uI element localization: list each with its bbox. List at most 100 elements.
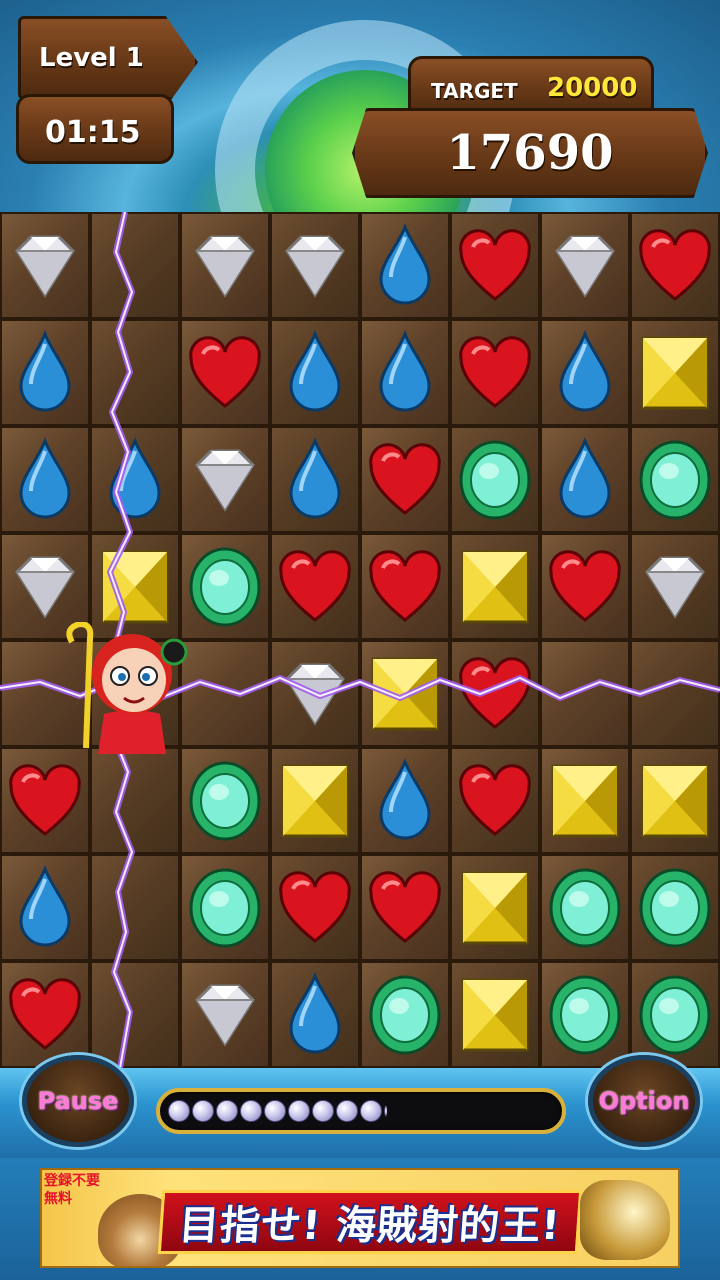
board-cell[interactable] — [540, 533, 630, 640]
square-gem-icon — [277, 758, 353, 844]
ring-gem-icon — [457, 437, 533, 523]
progress-gem-icon — [168, 1100, 190, 1122]
board-cell[interactable] — [180, 426, 270, 533]
board-cell[interactable] — [0, 854, 90, 961]
board-cell[interactable] — [270, 854, 360, 961]
board-cell[interactable] — [270, 640, 360, 747]
board-cell[interactable] — [180, 319, 270, 426]
diamond-gem-icon — [637, 544, 713, 630]
board-cell[interactable] — [630, 212, 720, 319]
target-value: 20000 — [547, 73, 638, 103]
board-cell[interactable] — [630, 854, 720, 961]
ring-gem-icon — [187, 544, 263, 630]
board-cell[interactable] — [540, 319, 630, 426]
heart-gem-icon — [277, 544, 353, 630]
board-cell[interactable] — [540, 747, 630, 854]
board-cell[interactable] — [630, 640, 720, 747]
progress-gem-icon — [336, 1100, 358, 1122]
board-cell[interactable] — [630, 533, 720, 640]
board-cell[interactable] — [450, 640, 540, 747]
board-cell[interactable] — [360, 747, 450, 854]
diamond-gem-icon — [187, 223, 263, 309]
board-cell[interactable] — [630, 961, 720, 1068]
board-cell[interactable] — [270, 533, 360, 640]
board-cell[interactable] — [630, 426, 720, 533]
board-cell[interactable] — [180, 212, 270, 319]
pirate-character-icon — [66, 622, 188, 754]
drop-gem-icon — [367, 757, 443, 844]
ring-gem-icon — [547, 972, 623, 1058]
board-cell[interactable] — [90, 212, 180, 319]
board-cell[interactable] — [450, 319, 540, 426]
board-cell[interactable] — [180, 961, 270, 1068]
heart-gem-icon — [367, 865, 443, 951]
pause-button[interactable]: Pause — [22, 1055, 134, 1147]
option-label: Option — [598, 1087, 690, 1115]
option-button[interactable]: Option — [588, 1055, 700, 1147]
board-cell[interactable] — [0, 426, 90, 533]
board-cell[interactable] — [360, 212, 450, 319]
diamond-gem-icon — [187, 437, 263, 523]
board-cell[interactable] — [0, 212, 90, 319]
board-cell[interactable] — [450, 747, 540, 854]
ring-gem-icon — [637, 437, 713, 523]
board-cell[interactable] — [450, 533, 540, 640]
board-cell[interactable] — [270, 961, 360, 1068]
board-cell[interactable] — [450, 426, 540, 533]
board-cell[interactable] — [90, 319, 180, 426]
board-cell[interactable] — [540, 961, 630, 1068]
board-cell[interactable] — [540, 640, 630, 747]
board-cell[interactable] — [180, 854, 270, 961]
diamond-gem-icon — [187, 972, 263, 1058]
square-gem-icon — [547, 758, 623, 844]
diamond-gem-icon — [277, 651, 353, 737]
square-gem-icon — [97, 544, 173, 630]
square-gem-icon — [457, 544, 533, 630]
board-cell[interactable] — [270, 212, 360, 319]
drop-gem-icon — [7, 436, 83, 523]
pistol-icon — [580, 1180, 670, 1260]
board-cell[interactable] — [360, 640, 450, 747]
board-cell[interactable] — [360, 854, 450, 961]
ad-headline: 目指せ! 海賊射的王! — [177, 1203, 563, 1249]
drop-gem-icon — [97, 436, 173, 523]
drop-gem-icon — [277, 971, 353, 1058]
heart-gem-icon — [637, 223, 713, 309]
board-cell[interactable] — [360, 319, 450, 426]
progress-fill — [164, 1096, 387, 1126]
board-cell[interactable] — [270, 426, 360, 533]
timer-plank: 01:15 — [16, 94, 174, 164]
board-cell[interactable] — [630, 747, 720, 854]
progress-gem-icon — [192, 1100, 214, 1122]
board-cell[interactable] — [540, 212, 630, 319]
board-cell[interactable] — [0, 319, 90, 426]
progress-gem-icon — [264, 1100, 286, 1122]
board-cell[interactable] — [540, 854, 630, 961]
ad-headline-banner: 目指せ! 海賊射的王! — [157, 1190, 583, 1254]
ring-gem-icon — [637, 865, 713, 951]
board-cell[interactable] — [540, 426, 630, 533]
board-cell[interactable] — [90, 854, 180, 961]
board-cell[interactable] — [90, 961, 180, 1068]
board-cell[interactable] — [630, 319, 720, 426]
drop-gem-icon — [367, 222, 443, 309]
board-cell[interactable] — [360, 533, 450, 640]
board-cell[interactable] — [270, 747, 360, 854]
progress-gem-icon — [288, 1100, 310, 1122]
square-gem-icon — [637, 758, 713, 844]
ring-gem-icon — [637, 972, 713, 1058]
diamond-gem-icon — [7, 223, 83, 309]
board-cell[interactable] — [360, 426, 450, 533]
ad-banner[interactable]: 登録不要 無料 目指せ! 海賊射的王! — [40, 1168, 680, 1268]
board-cell[interactable] — [0, 961, 90, 1068]
board-cell[interactable] — [360, 961, 450, 1068]
diamond-gem-icon — [277, 223, 353, 309]
progress-gem-icon — [240, 1100, 262, 1122]
board-cell[interactable] — [450, 854, 540, 961]
progress-gem-icon — [384, 1100, 387, 1122]
pause-label: Pause — [37, 1087, 119, 1115]
board-cell[interactable] — [450, 961, 540, 1068]
board-cell[interactable] — [270, 319, 360, 426]
board-cell[interactable] — [90, 426, 180, 533]
board-cell[interactable] — [450, 212, 540, 319]
